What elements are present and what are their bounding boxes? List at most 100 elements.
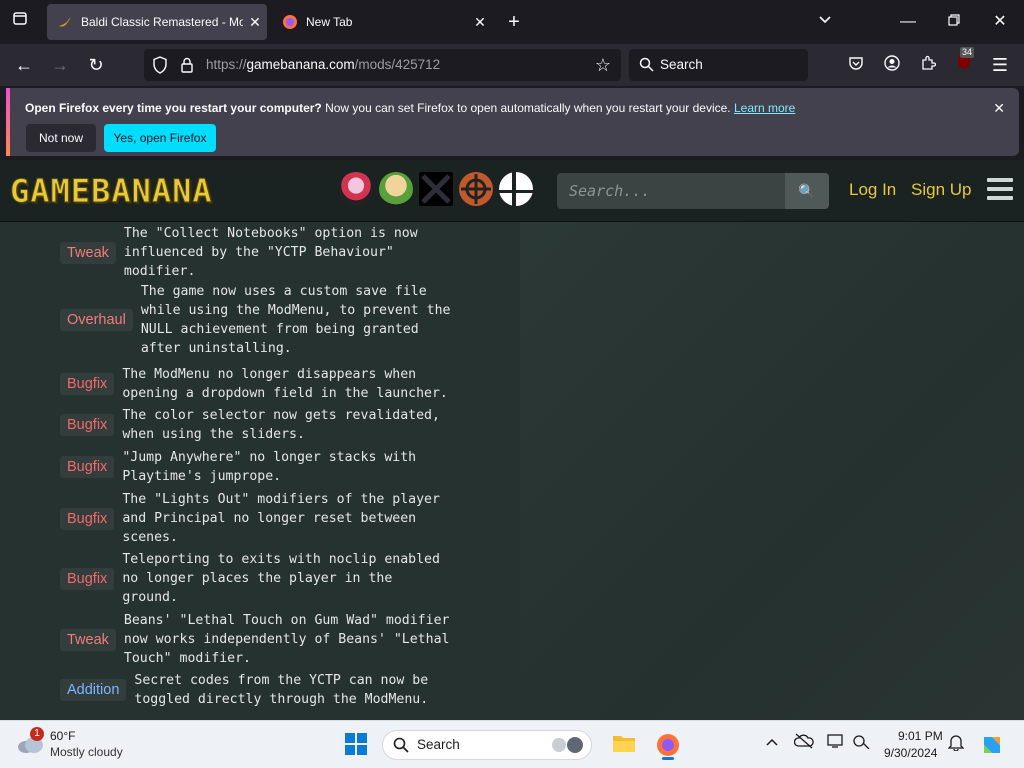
- firefox-icon: [282, 14, 298, 30]
- tab-list-icon[interactable]: [8, 10, 32, 34]
- change-type-badge: Tweak: [60, 628, 116, 651]
- description-line: "Jump Anywhere" no longer stacks with: [122, 450, 417, 465]
- changelog-entry: Tweak Beans' "Lethal Touch on Gum Wad" mo…: [60, 611, 449, 668]
- description-line: NULL achievement from being granted: [140, 322, 419, 337]
- not-now-button[interactable]: Not now: [26, 124, 96, 152]
- description-line: no longer places the player in the: [122, 571, 393, 586]
- change-description: The ModMenu no longer disappears when ope…: [114, 365, 448, 403]
- change-type-badge: Overhaul: [60, 309, 133, 331]
- chevron-up-icon[interactable]: [760, 733, 784, 757]
- navigation-bar: ← → ↻ https://gamebanana.com/mods/425712…: [0, 44, 1024, 86]
- change-type-badge: Bugfix: [60, 456, 115, 478]
- shield-icon[interactable]: [152, 56, 168, 79]
- search-icon: 🔍: [798, 183, 816, 199]
- learn-more-link[interactable]: Learn more: [734, 101, 795, 115]
- site-search-button[interactable]: 🔍: [785, 173, 829, 209]
- hamburger-menu-icon[interactable]: [987, 178, 1013, 205]
- search-icon: [393, 737, 409, 758]
- description-line: Teleporting to exits with noclip enabled: [122, 552, 440, 567]
- lock-icon[interactable]: [180, 57, 194, 78]
- site-search-input[interactable]: Search...: [557, 173, 785, 209]
- menu-icon[interactable]: ☰: [988, 53, 1012, 77]
- notification-message: Open Firefox every time you restart your…: [25, 101, 795, 115]
- close-window-icon[interactable]: ✕: [988, 10, 1012, 34]
- change-type-badge: Bugfix: [60, 567, 115, 590]
- ublock-icon[interactable]: 34: [952, 47, 976, 77]
- taskbar: 1 60°F Mostly cloudy Search 9:01 PM 9/30…: [0, 720, 1024, 768]
- description-line: influenced by the "YCTP Behaviour": [123, 245, 394, 260]
- windows-start-icon[interactable]: [344, 733, 368, 757]
- restore-icon[interactable]: [942, 10, 966, 34]
- firefox-taskbar-icon[interactable]: [656, 733, 680, 760]
- description-line: modifier.: [123, 264, 196, 279]
- tab-title: New Tab: [306, 15, 353, 29]
- new-tab-icon[interactable]: +: [502, 10, 526, 34]
- site-header: GAMEBANANA Search... 🔍 Log In Sign Up: [0, 160, 1024, 222]
- back-icon[interactable]: ←: [12, 53, 36, 77]
- extensions-icon[interactable]: [916, 53, 940, 77]
- description-line: ground.: [122, 590, 178, 605]
- forward-icon[interactable]: →: [48, 53, 72, 77]
- sign-up-link[interactable]: Sign Up: [911, 180, 971, 200]
- description-line: The color selector now gets revalidated,: [122, 408, 440, 423]
- search-placeholder: Search: [660, 57, 703, 72]
- close-tab-icon[interactable]: ✕: [243, 14, 267, 31]
- clock-date[interactable]: 9/30/2024: [884, 746, 937, 760]
- onedrive-offline-icon[interactable]: [792, 733, 816, 757]
- change-type-badge: Bugfix: [60, 414, 115, 436]
- chevron-down-icon[interactable]: [813, 10, 837, 34]
- description-line: The game now uses a custom save file: [140, 284, 427, 299]
- tab-title: Baldi Classic Remastered - Moc: [81, 15, 243, 29]
- description-line: Beans' "Lethal Touch on Gum Wad" modifie…: [123, 613, 450, 628]
- tab-baldi[interactable]: Baldi Classic Remastered - Moc ✕: [47, 4, 267, 40]
- description-line: The "Collect Notebooks" option is now: [123, 226, 418, 241]
- display-icon[interactable]: [824, 733, 848, 757]
- web-page: GAMEBANANA Search... 🔍 Log In Sign Up Tw…: [0, 160, 1024, 720]
- close-icon[interactable]: ✕: [993, 100, 1005, 117]
- fnf-game-icon[interactable]: [339, 172, 373, 206]
- url-host: gamebanana.com: [246, 57, 355, 72]
- changelog-entry: Overhaul The game now uses a custom save …: [60, 282, 451, 358]
- tab-new-tab[interactable]: New Tab ✕: [272, 4, 492, 40]
- change-description: The color selector now gets revalidated,…: [114, 406, 440, 444]
- close-tab-icon[interactable]: ✕: [468, 14, 492, 31]
- network-icon[interactable]: [850, 733, 874, 757]
- changelog-entry: Bugfix The "Lights Out" modifiers of the …: [60, 490, 440, 547]
- changelog-entry: Bugfix "Jump Anywhere" no longer stacks w…: [60, 448, 416, 486]
- xonotic-game-icon[interactable]: [419, 172, 453, 206]
- notification-bold: Open Firefox every time you restart your…: [25, 101, 322, 115]
- tab-strip: Baldi Classic Remastered - Moc ✕ New Tab…: [0, 0, 1024, 44]
- baldi-game-icon[interactable]: [379, 172, 413, 206]
- taskbar-search-box[interactable]: Search: [382, 730, 592, 760]
- minimize-icon[interactable]: —: [896, 10, 920, 34]
- copilot-icon[interactable]: [980, 733, 1004, 757]
- clock-time[interactable]: 9:01 PM: [898, 729, 943, 743]
- default-browser-notification: Open Firefox every time you restart your…: [6, 88, 1019, 156]
- yes-open-firefox-button[interactable]: Yes, open Firefox: [104, 124, 216, 152]
- description-line: while using the ModMenu, to prevent the: [140, 303, 451, 318]
- reload-icon[interactable]: ↻: [84, 53, 108, 77]
- file-explorer-icon[interactable]: [612, 733, 636, 757]
- weather-temp: 60°F: [50, 729, 76, 743]
- change-description: Teleporting to exits with noclip enabled…: [114, 550, 440, 607]
- tf2-game-icon[interactable]: [459, 172, 493, 206]
- weather-widget[interactable]: 1 60°F Mostly cloudy: [16, 727, 146, 763]
- description-line: The ModMenu no longer disappears when: [122, 367, 417, 382]
- bookmark-star-icon[interactable]: ☆: [595, 55, 611, 76]
- description-line: opening a dropdown field in the launcher…: [122, 386, 448, 401]
- smash-game-icon[interactable]: [499, 172, 533, 206]
- change-description: The game now uses a custom save file whil…: [133, 282, 451, 358]
- url-bar[interactable]: https://gamebanana.com/mods/425712 ☆: [144, 49, 621, 81]
- changelog-entry: Addition Secret codes from the YCTP can n…: [60, 671, 428, 709]
- change-description: The "Lights Out" modifiers of the player…: [114, 490, 440, 547]
- notification-bell-icon[interactable]: [944, 733, 968, 757]
- search-highlight-icon: [549, 734, 585, 761]
- account-icon[interactable]: [880, 53, 904, 77]
- url-text[interactable]: https://gamebanana.com/mods/425712: [206, 57, 440, 72]
- banana-icon: [57, 14, 73, 30]
- site-logo[interactable]: GAMEBANANA: [10, 172, 213, 211]
- browser-search-box[interactable]: Search: [629, 49, 808, 81]
- change-description: "Jump Anywhere" no longer stacks with Pla…: [114, 448, 416, 486]
- pocket-icon[interactable]: [844, 53, 868, 77]
- log-in-link[interactable]: Log In: [849, 180, 896, 200]
